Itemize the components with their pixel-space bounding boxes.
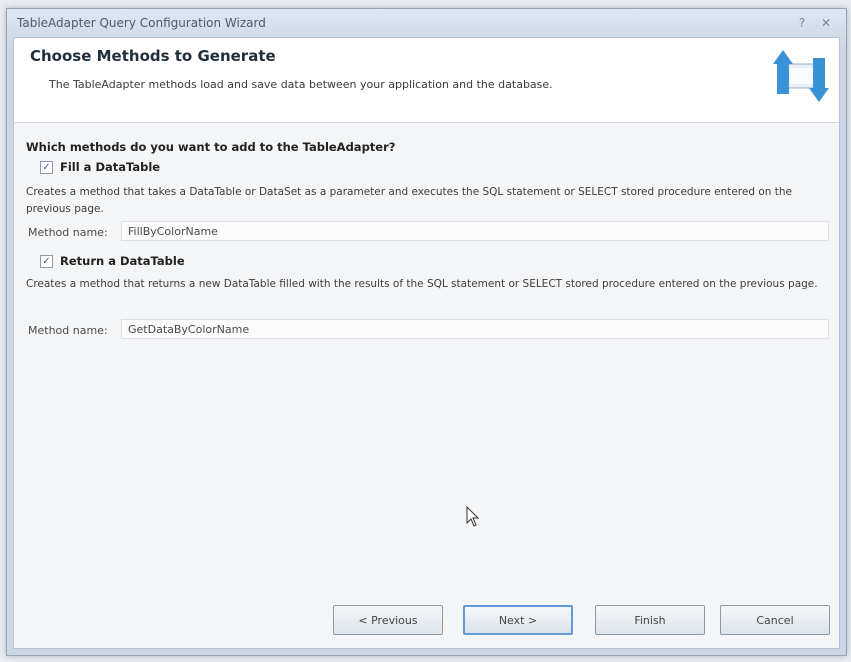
fill-datatable-label: Fill a DataTable [60,160,161,174]
window-title: TableAdapter Query Configuration Wizard [17,16,266,30]
page-subtitle: The TableAdapter methods load and save d… [49,78,553,91]
wizard-client-area: Choose Methods to Generate The TableAdap… [13,37,840,649]
cancel-button[interactable]: Cancel [720,605,830,635]
fill-method-name-label: Method name: [28,226,108,239]
next-button[interactable]: Next > [463,605,573,635]
finish-button[interactable]: Finish [595,605,705,635]
wizard-header: Choose Methods to Generate The TableAdap… [14,38,839,123]
return-datatable-checkbox[interactable]: ✓ [40,254,53,268]
close-icon[interactable]: ✕ [816,15,836,31]
wizard-window: TableAdapter Query Configuration Wizard … [6,8,847,656]
fill-method-name-input[interactable] [121,221,829,241]
return-datatable-description: Creates a method that returns a new Data… [26,278,818,290]
return-datatable-option[interactable]: ✓ Return a DataTable [40,253,185,269]
return-method-name-label: Method name: [28,324,108,337]
mouse-cursor-icon [466,506,480,527]
return-method-name-input[interactable] [121,319,829,339]
fill-datatable-checkbox[interactable]: ✓ [40,160,53,174]
tableadapter-arrows-icon [773,50,829,102]
fill-datatable-description: Creates a method that takes a DataTable … [26,186,793,215]
title-bar[interactable]: TableAdapter Query Configuration Wizard … [7,9,846,37]
methods-question: Which methods do you want to add to the … [26,140,396,154]
return-datatable-label: Return a DataTable [60,254,185,268]
question-icon[interactable]: ? [792,15,812,31]
page-title: Choose Methods to Generate [30,47,276,65]
previous-button[interactable]: < Previous [333,605,443,635]
fill-datatable-option[interactable]: ✓ Fill a DataTable [40,159,160,175]
